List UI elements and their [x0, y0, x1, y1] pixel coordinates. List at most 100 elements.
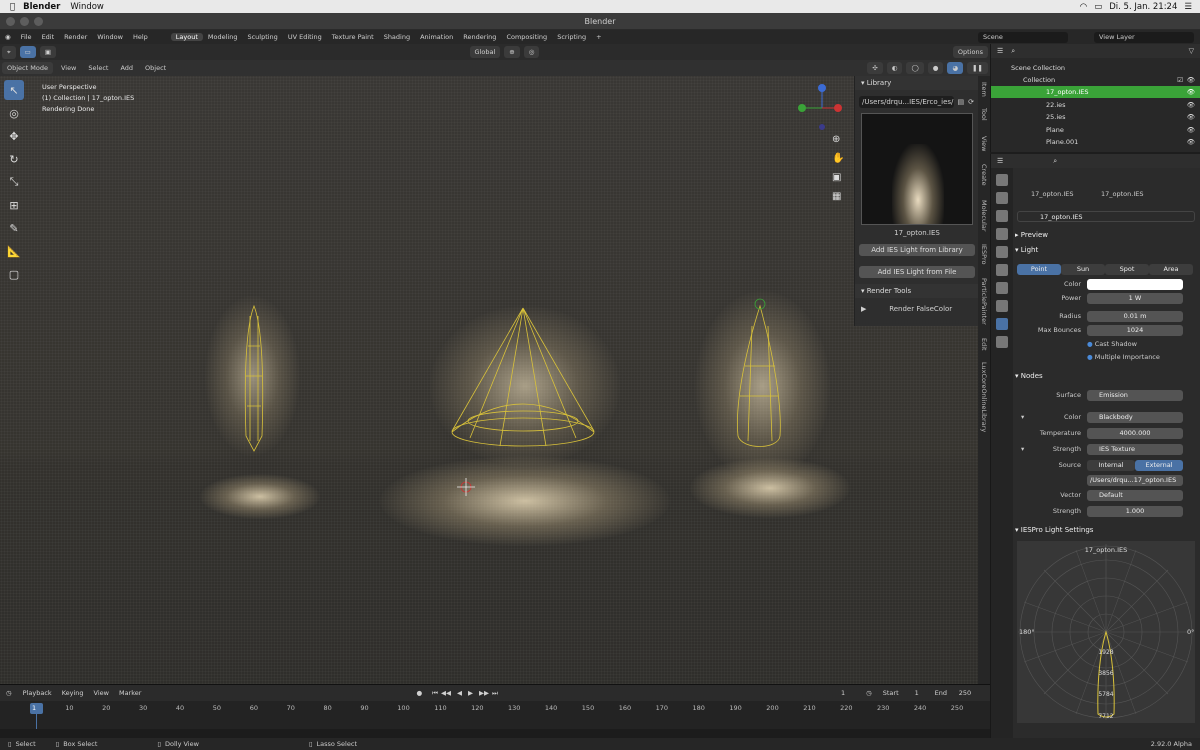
tab-layout[interactable]: Layout [170, 33, 203, 41]
outliner-search-icon[interactable]: ⌕ [1011, 47, 1015, 56]
menu-window[interactable]: Window [92, 33, 128, 41]
eye-icon[interactable]: 👁 [1187, 99, 1195, 111]
outliner-type-icon[interactable]: ☰ [997, 47, 1003, 55]
zoom-window-button[interactable] [34, 17, 43, 26]
marker-menu[interactable]: Marker [114, 689, 146, 697]
strength-field[interactable]: 1.000 [1087, 506, 1183, 517]
measure-tool-icon[interactable]: 📐 [4, 241, 24, 261]
close-window-button[interactable] [6, 17, 15, 26]
frame-ruler[interactable]: 1 10 20 30 40 50 60 70 80 90 100 110 120 130 140 150 160… [0, 703, 990, 715]
tab-animation[interactable]: Animation [415, 33, 458, 41]
light-type-area[interactable]: Area [1149, 264, 1193, 275]
3d-viewport[interactable]: ⊕ ✋ ▣ ▦ [0, 76, 978, 684]
outliner-collection[interactable]: Collection ☑ 👁 [991, 74, 1200, 86]
transform-orientation[interactable]: Global [469, 46, 501, 58]
timeline-view-menu[interactable]: View [89, 689, 114, 697]
jump-end-icon[interactable]: ⏭ [492, 689, 498, 698]
object-name[interactable]: 17_opton.IES [1031, 190, 1074, 198]
transform-tool-icon[interactable]: ⊞ [4, 195, 24, 215]
iespro-settings-header[interactable]: ▾ IESPro Light Settings [1015, 526, 1093, 534]
light-data-name[interactable]: 17_opton.IES [1101, 190, 1144, 198]
eye-icon[interactable]: 👁 [1187, 74, 1195, 86]
menu-file[interactable]: File [16, 33, 37, 41]
properties-search-icon[interactable]: ⌕ [1053, 157, 1057, 166]
nodes-panel-header[interactable]: ▾ Nodes [1015, 372, 1043, 380]
tool-props-icon[interactable] [996, 174, 1008, 186]
annotate-tool-icon[interactable]: ✎ [4, 218, 24, 238]
tab-uv-editing[interactable]: UV Editing [283, 33, 327, 41]
eye-icon[interactable]: 👁 [1187, 124, 1195, 136]
refresh-icon[interactable]: ⟳ [968, 98, 974, 106]
light-type-point[interactable]: Point [1017, 264, 1061, 275]
clock[interactable]: Di. 5. Jan. 21:24 [1109, 2, 1177, 12]
blackbody-node-field[interactable]: Blackbody [1087, 412, 1183, 423]
timeline-type-icon[interactable]: ◷ [0, 689, 18, 697]
view-layer-selector[interactable]: View Layer [1094, 31, 1194, 43]
tab-tool[interactable]: Tool [980, 108, 988, 121]
minimize-window-button[interactable] [20, 17, 29, 26]
vector-field[interactable]: Default [1087, 490, 1183, 501]
tab-particlepainter[interactable]: ParticlePainter [980, 278, 988, 325]
max-bounces-field[interactable]: 1024 [1087, 325, 1183, 336]
vp-menu-object[interactable]: Object [139, 64, 172, 72]
editor-type-icon[interactable]: ⌖ [2, 45, 16, 59]
camera-icon[interactable]: ▣ [832, 172, 844, 183]
tab-view[interactable]: View [980, 136, 988, 151]
next-keyframe-icon[interactable]: ▶▶ [476, 689, 492, 697]
light-panel-header[interactable]: ▾ Light [1015, 246, 1038, 254]
current-frame-field[interactable]: 1 [828, 689, 858, 697]
outliner-item-22[interactable]: 22.ies 👁 [991, 99, 1200, 111]
pan-hand-icon[interactable]: ✋ [832, 153, 844, 164]
shading-wireframe-icon[interactable]: ◯ [906, 62, 924, 74]
expand-strength-icon[interactable]: ▾ [1021, 445, 1024, 453]
overlay-icon[interactable]: ◐ [886, 62, 903, 74]
scale-tool-icon[interactable]: ⤡ [4, 172, 24, 192]
constraints-props-icon[interactable] [996, 300, 1008, 312]
checkbox-icon[interactable]: ☑ [1177, 74, 1183, 86]
outliner-item-plane[interactable]: Plane 👁 [991, 124, 1200, 136]
power-field[interactable]: 1 W [1087, 293, 1183, 304]
outliner-item-plane-001[interactable]: Plane.001 👁 [991, 136, 1200, 148]
vp-menu-select[interactable]: Select [82, 64, 114, 72]
tab-iespro[interactable]: IESPro [980, 244, 988, 264]
grid-view-icon[interactable]: ▦ [832, 191, 844, 202]
ies-file-path-field[interactable]: /Users/drqu...17_opton.IES [1087, 475, 1183, 486]
add-ies-from-library-button[interactable]: Add IES Light from Library [859, 244, 975, 256]
snap-icon[interactable]: ⊕ [504, 46, 520, 58]
tab-modeling[interactable]: Modeling [203, 33, 243, 41]
select-mode-icon[interactable]: ▭ [19, 46, 36, 58]
expand-color-icon[interactable]: ▾ [1021, 413, 1024, 421]
radius-field[interactable]: 0.01 m [1087, 311, 1183, 322]
mac-window-menu[interactable]: Window [70, 2, 104, 12]
tab-shading[interactable]: Shading [379, 33, 415, 41]
preview-panel-header[interactable]: ▸ Preview [1015, 231, 1048, 239]
tab-molecular[interactable]: Molecular [980, 200, 988, 232]
rotate-tool-icon[interactable]: ↻ [4, 149, 24, 169]
shading-rendered-icon[interactable]: ◕ [947, 62, 964, 74]
source-internal-button[interactable]: Internal [1087, 460, 1135, 471]
vp-menu-add[interactable]: Add [114, 64, 139, 72]
select-tool-icon[interactable]: ↖ [4, 80, 24, 100]
light-color-swatch[interactable] [1087, 279, 1183, 290]
outliner-item-17-opton[interactable]: 17_opton.IES 👁 [991, 86, 1200, 98]
surface-node-field[interactable]: Emission [1087, 390, 1183, 401]
eye-icon[interactable]: 👁 [1187, 136, 1195, 148]
playback-menu[interactable]: Playback [18, 689, 57, 697]
gizmo-icon[interactable]: ✣ [867, 62, 883, 74]
start-frame-field[interactable]: 1 [902, 689, 932, 697]
tab-item[interactable]: Item [980, 82, 988, 97]
add-ies-from-file-button[interactable]: Add IES Light from File [859, 266, 975, 278]
light-data-props-icon[interactable] [996, 318, 1008, 330]
outliner-item-25[interactable]: 25.ies 👁 [991, 111, 1200, 123]
options-button[interactable]: Options [952, 46, 989, 58]
timeline-scrollbar[interactable] [0, 729, 990, 738]
scene-selector[interactable]: Scene [978, 31, 1068, 43]
ies-texture-node-field[interactable]: IES Texture [1087, 444, 1183, 455]
texture-props-icon[interactable] [996, 336, 1008, 348]
zoom-icon[interactable]: ⊕ [832, 134, 844, 145]
ies-preview-thumbnail[interactable] [861, 113, 973, 225]
keying-menu[interactable]: Keying [57, 689, 89, 697]
tab-scripting[interactable]: Scripting [552, 33, 591, 41]
tab-create[interactable]: Create [980, 164, 988, 186]
move-tool-icon[interactable]: ✥ [4, 126, 24, 146]
